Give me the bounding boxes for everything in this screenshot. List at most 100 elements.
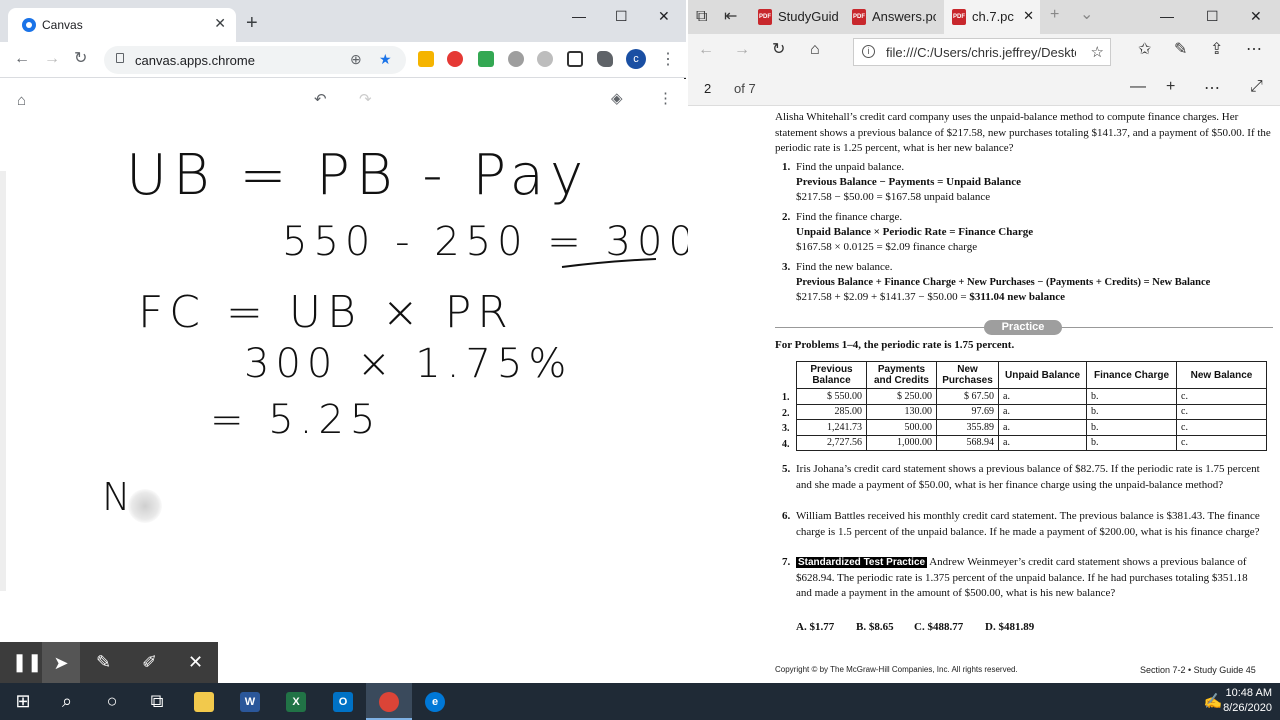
marker-icon[interactable]: ✐ — [142, 652, 157, 672]
edge-toolbar: ← → ↻ ⌂ i file:///C:/Users/chris.jeffrey… — [688, 34, 1280, 70]
close-tab-icon[interactable]: ✕ — [214, 15, 226, 32]
system-clock[interactable]: 10:48 AM 8/26/2020 — [1223, 686, 1272, 716]
handwriting-line-5: = 5.25 — [210, 397, 382, 443]
handwriting-line-4: 300 × 1.75% — [244, 341, 573, 387]
profile-avatar[interactable]: c — [626, 49, 646, 69]
minimize-button[interactable]: — — [1160, 8, 1174, 24]
task-view-icon[interactable]: ⧉ — [134, 683, 180, 720]
problem-6: William Battles received his monthly cre… — [796, 510, 1260, 538]
extension-red-icon[interactable] — [447, 51, 463, 67]
cell: a. — [998, 388, 1087, 405]
word-icon[interactable]: W — [227, 683, 273, 720]
edge-taskbar-icon[interactable]: e — [412, 683, 458, 720]
bookmark-star-icon[interactable]: ★ — [379, 51, 392, 68]
step-1-title: Find the unpaid balance. — [796, 161, 905, 173]
step-1-calc: $217.58 − $50.00 = $167.58 unpaid balanc… — [796, 191, 991, 203]
chrome-taskbar-icon[interactable] — [366, 683, 412, 720]
pen-icon[interactable]: ✎ — [96, 652, 111, 672]
chrome-menu-icon[interactable]: ⋮ — [660, 51, 676, 69]
standardized-test-tag: Standardized Test Practice — [796, 557, 928, 568]
tab-preview-icon[interactable]: ⌄ — [1080, 6, 1093, 24]
layers-icon[interactable]: ◈ — [611, 91, 623, 107]
search-icon[interactable]: ⌕ — [44, 683, 90, 720]
redo-icon[interactable]: ↷ — [359, 92, 372, 108]
choice-a: A. $1.77 — [796, 621, 835, 633]
home-icon[interactable]: ⌂ — [17, 93, 26, 109]
cell: c. — [1176, 403, 1267, 420]
address-bar[interactable]: canvas.apps.chrome ⊕ ★ — [104, 46, 406, 74]
zoom-out-icon[interactable]: — — [1130, 78, 1146, 96]
extension-green-icon[interactable] — [478, 51, 494, 67]
maximize-button[interactable]: ☐ — [615, 8, 628, 25]
refresh-icon[interactable]: ↻ — [772, 41, 785, 59]
close-tab-icon[interactable]: ✕ — [1023, 8, 1034, 24]
pause-icon[interactable]: ❚❚ — [12, 652, 42, 672]
row-number: 4. — [782, 439, 790, 450]
tab-canvas[interactable]: Canvas ✕ — [8, 8, 236, 42]
step-3-calc-line: $217.58 + $2.09 + $141.37 − $50.00 = $31… — [796, 290, 1065, 306]
page-number-input[interactable]: 2 — [704, 81, 711, 96]
extensions-puzzle-icon[interactable] — [597, 51, 613, 67]
cell: 355.89 — [936, 419, 999, 436]
new-tab-button[interactable]: + — [246, 13, 258, 33]
favorites-icon[interactable]: ✩ — [1138, 41, 1151, 59]
cell: 1,241.73 — [796, 419, 867, 436]
canvas-whiteboard[interactable]: ⌂ ↶ ↷ ◈ ⋮ UB = PB - Pay 550 - 250 = 300 … — [0, 79, 694, 683]
app-menu-icon[interactable]: ⋮ — [658, 91, 673, 107]
close-toolbar-icon[interactable]: ✕ — [188, 652, 203, 672]
address-bar[interactable]: i file:///C:/Users/chris.jeffrey/Desktop… — [853, 38, 1111, 66]
tab-studyguide[interactable]: PDF StudyGuid — [750, 0, 842, 34]
extension-grid-icon[interactable] — [567, 51, 583, 67]
close-window-button[interactable]: ✕ — [658, 8, 670, 25]
forward-icon[interactable]: → — [44, 50, 60, 68]
back-icon[interactable]: ← — [698, 41, 714, 59]
undo-icon[interactable]: ↶ — [314, 92, 327, 108]
install-app-icon[interactable]: ⊕ — [350, 51, 362, 68]
tab-actions-icon[interactable]: ⧉ — [696, 8, 707, 26]
table-row: 2,727.56 1,000.00 568.94 a. b. c. — [796, 434, 1267, 451]
maximize-button[interactable]: ☐ — [1206, 8, 1219, 25]
excel-icon[interactable]: X — [273, 683, 319, 720]
step-2-calc: $167.58 × 0.0125 = $2.09 finance charge — [796, 241, 978, 253]
tab-ch7[interactable]: PDF ch.7.pc ✕ — [944, 0, 1040, 34]
cell: 130.00 — [866, 403, 937, 420]
outlook-icon[interactable]: O — [320, 683, 366, 720]
info-icon: i — [862, 45, 875, 58]
close-window-button[interactable]: ✕ — [1250, 8, 1262, 25]
reload-icon[interactable]: ↻ — [74, 50, 87, 68]
handwriting-line-1: UB = PB - Pay — [126, 143, 590, 208]
minimize-button[interactable]: — — [572, 8, 586, 24]
extension-compass-icon[interactable] — [537, 51, 553, 67]
page-count: of 7 — [734, 81, 756, 96]
back-icon[interactable]: ← — [14, 50, 30, 68]
extension-hand-icon[interactable] — [418, 51, 434, 67]
pdf-page: Alisha Whitehall’s credit card company u… — [688, 107, 1280, 683]
more-icon[interactable]: ⋯ — [1246, 41, 1262, 59]
forward-icon[interactable]: → — [734, 41, 750, 59]
start-windows-icon[interactable]: ⊞ — [0, 683, 46, 720]
row-number: 2. — [782, 408, 790, 419]
tab-label: StudyGuid — [778, 9, 838, 24]
col-header: Payments and Credits — [866, 361, 937, 389]
select-cursor-icon[interactable]: ➤ — [42, 642, 80, 684]
cortana-icon[interactable]: ○ — [89, 683, 135, 720]
zoom-in-icon[interactable]: + — [1166, 78, 1175, 96]
col-header: New Purchases — [936, 361, 999, 389]
share-icon[interactable]: ⇪ — [1210, 41, 1223, 59]
pdf-icon: PDF — [852, 9, 866, 25]
favorite-star-icon[interactable]: ☆ — [1091, 43, 1104, 61]
pin-toolbar-icon[interactable]: ⤢ — [1250, 78, 1263, 96]
cell: a. — [998, 434, 1087, 451]
row-number: 3. — [782, 423, 790, 434]
pdf-more-icon[interactable]: ⋯ — [1204, 78, 1220, 98]
underline-stroke — [561, 258, 657, 268]
notes-icon[interactable]: ✎ — [1174, 41, 1187, 59]
file-explorer-icon[interactable] — [181, 683, 227, 720]
set-tabs-aside-icon[interactable]: ⇤ — [724, 8, 737, 26]
home-icon[interactable]: ⌂ — [810, 41, 820, 59]
practice-table: Previous Balance Payments and Credits Ne… — [796, 361, 1267, 451]
extension-gray-icon[interactable] — [508, 51, 524, 67]
tab-answers[interactable]: PDF Answers.pc — [844, 0, 944, 34]
example-intro: Alisha Whitehall’s credit card company u… — [775, 111, 1271, 154]
new-tab-button[interactable]: + — [1050, 6, 1059, 24]
